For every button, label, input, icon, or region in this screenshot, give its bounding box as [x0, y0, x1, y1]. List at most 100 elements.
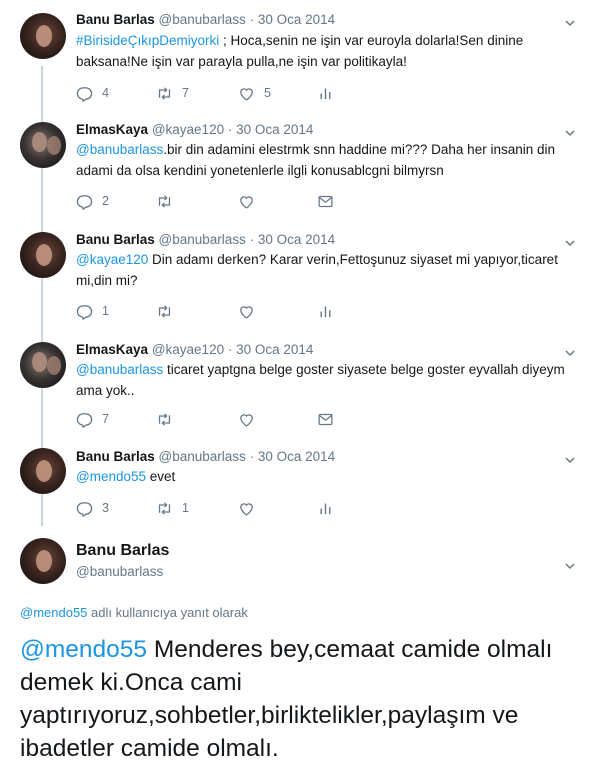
reply-count: 4 — [102, 86, 109, 100]
analytics-icon — [320, 503, 331, 514]
chevron-down-icon[interactable] — [565, 15, 575, 27]
retweet-button[interactable] — [156, 191, 173, 211]
chevron-down-icon[interactable] — [565, 235, 575, 247]
like-count: 5 — [264, 86, 271, 100]
tweet-text: @banubarlass.bir din adamini elestrmk sn… — [76, 139, 576, 181]
retweet-button[interactable]: 1 — [156, 498, 189, 518]
analytics-button[interactable] — [317, 498, 334, 518]
avatar[interactable] — [20, 13, 66, 59]
tweet[interactable]: Banu Barlas @banubarlass · 30 Oca 2014 #… — [0, 0, 602, 112]
like-button[interactable] — [238, 409, 255, 429]
heart-icon — [240, 502, 253, 516]
author-name[interactable]: Banu Barlas — [76, 449, 155, 464]
tweet[interactable]: Banu Barlas @banubarlass · 30 Oca 2014 @… — [0, 222, 602, 332]
author-handle[interactable]: @banubarlass — [159, 449, 246, 464]
avatar[interactable] — [20, 122, 66, 168]
mention-link[interactable]: @mendo55 — [76, 469, 146, 484]
author-name[interactable]: ElmasKaya — [76, 342, 148, 357]
like-button[interactable] — [238, 191, 255, 211]
avatar[interactable] — [20, 342, 66, 388]
reply-button[interactable]: 7 — [76, 409, 109, 429]
date-separator: · — [249, 449, 255, 464]
retweet-button[interactable]: 7 — [156, 83, 189, 103]
tweet-date[interactable]: 30 Oca 2014 — [258, 12, 335, 27]
date-separator: · — [249, 232, 255, 247]
like-button[interactable]: 5 — [238, 83, 271, 103]
author-name[interactable]: Banu Barlas — [76, 232, 155, 247]
mention-link[interactable]: @kayae120 — [76, 252, 148, 267]
retweet-icon — [158, 194, 171, 208]
tweet-date[interactable]: 30 Oca 2014 — [258, 232, 335, 247]
reply-icon — [76, 194, 93, 210]
retweet-icon — [158, 412, 171, 426]
main-tweet-author-handle[interactable]: @banubarlass — [76, 564, 163, 579]
tweet-actions: 2 — [76, 191, 376, 211]
replying-to: @mendo55 adlı kullanıcıya yanıt olarak — [20, 605, 248, 620]
author-handle[interactable]: @banubarlass — [159, 12, 246, 27]
retweet-icon — [158, 86, 171, 100]
author-handle[interactable]: @banubarlass — [159, 232, 246, 247]
tweet-header: Banu Barlas @banubarlass · 30 Oca 2014 — [76, 448, 335, 466]
analytics-button[interactable] — [317, 83, 334, 103]
tweet-actions: 3 1 — [76, 498, 376, 518]
message-icon — [318, 195, 333, 207]
author-name[interactable]: Banu Barlas — [76, 12, 155, 27]
tweet-date[interactable]: 30 Oca 2014 — [258, 449, 335, 464]
author-handle[interactable]: @kayae120 — [152, 122, 224, 137]
like-button[interactable] — [238, 498, 255, 518]
heart-icon — [240, 195, 253, 209]
tweet-text: @kayae120 Din adamı derken? Karar verin,… — [76, 249, 576, 291]
chevron-down-icon[interactable] — [565, 558, 575, 570]
tweet-actions: 7 — [76, 409, 376, 429]
mention-link[interactable]: @banubarlass — [76, 142, 163, 157]
message-button[interactable] — [317, 191, 334, 211]
reply-button[interactable]: 4 — [76, 83, 109, 103]
mention-link[interactable]: @mendo55 — [20, 636, 147, 663]
date-separator: · — [227, 342, 233, 357]
tweet-date[interactable]: 30 Oca 2014 — [236, 122, 313, 137]
heart-icon — [240, 87, 253, 101]
tweet[interactable]: ElmasKaya @kayae120 · 30 Oca 2014 @banub… — [0, 112, 602, 222]
reply-button[interactable]: 2 — [76, 191, 109, 211]
like-button[interactable] — [238, 301, 255, 321]
analytics-button[interactable] — [317, 301, 334, 321]
replying-to-label: adlı kullanıcıya yanıt olarak — [87, 605, 248, 620]
avatar[interactable] — [20, 232, 66, 278]
chevron-down-icon[interactable] — [565, 345, 575, 357]
tweet-actions: 4 7 5 — [76, 83, 376, 103]
message-icon — [318, 413, 333, 425]
tweet[interactable]: Banu Barlas @banubarlass · 30 Oca 2014 @… — [0, 442, 602, 530]
tweet-header: Banu Barlas @banubarlass · 30 Oca 2014 — [76, 231, 335, 249]
reply-icon — [76, 86, 93, 102]
mention-link[interactable]: @banubarlass — [76, 362, 163, 377]
chevron-down-icon[interactable] — [565, 125, 575, 137]
main-tweet-avatar[interactable] — [20, 538, 66, 584]
reply-count: 7 — [102, 412, 109, 426]
chevron-down-icon[interactable] — [565, 452, 575, 464]
tweet-header: ElmasKaya @kayae120 · 30 Oca 2014 — [76, 341, 313, 359]
analytics-icon — [320, 88, 331, 99]
reply-icon — [76, 501, 93, 517]
tweet-header: ElmasKaya @kayae120 · 30 Oca 2014 — [76, 121, 313, 139]
tweet-text-content: Din adamı derken? Karar verin,Fettoşunuz… — [76, 252, 558, 288]
tweet-text: @mendo55 evet — [76, 466, 576, 487]
author-handle[interactable]: @kayae120 — [152, 342, 224, 357]
reply-count: 3 — [102, 501, 109, 515]
date-separator: · — [249, 12, 255, 27]
tweet-text: #BirisideÇıkıpDemiyorki ; Hoca,senin ne … — [76, 30, 576, 72]
tweet-actions: 1 — [76, 301, 376, 321]
author-name[interactable]: ElmasKaya — [76, 122, 148, 137]
replying-to-handle[interactable]: @mendo55 — [20, 605, 87, 620]
tweet-date[interactable]: 30 Oca 2014 — [236, 342, 313, 357]
message-button[interactable] — [317, 409, 334, 429]
tweet[interactable]: ElmasKaya @kayae120 · 30 Oca 2014 @banub… — [0, 332, 602, 442]
retweet-button[interactable] — [156, 301, 173, 321]
avatar[interactable] — [20, 448, 66, 494]
reply-icon — [76, 304, 93, 320]
tweet-text: @banubarlass ticaret yaptgna belge goste… — [76, 359, 576, 401]
reply-button[interactable]: 1 — [76, 301, 109, 321]
reply-button[interactable]: 3 — [76, 498, 109, 518]
hashtag-link[interactable]: #BirisideÇıkıpDemiyorki — [76, 33, 219, 48]
main-tweet-author-name[interactable]: Banu Barlas — [76, 542, 169, 560]
retweet-button[interactable] — [156, 409, 173, 429]
